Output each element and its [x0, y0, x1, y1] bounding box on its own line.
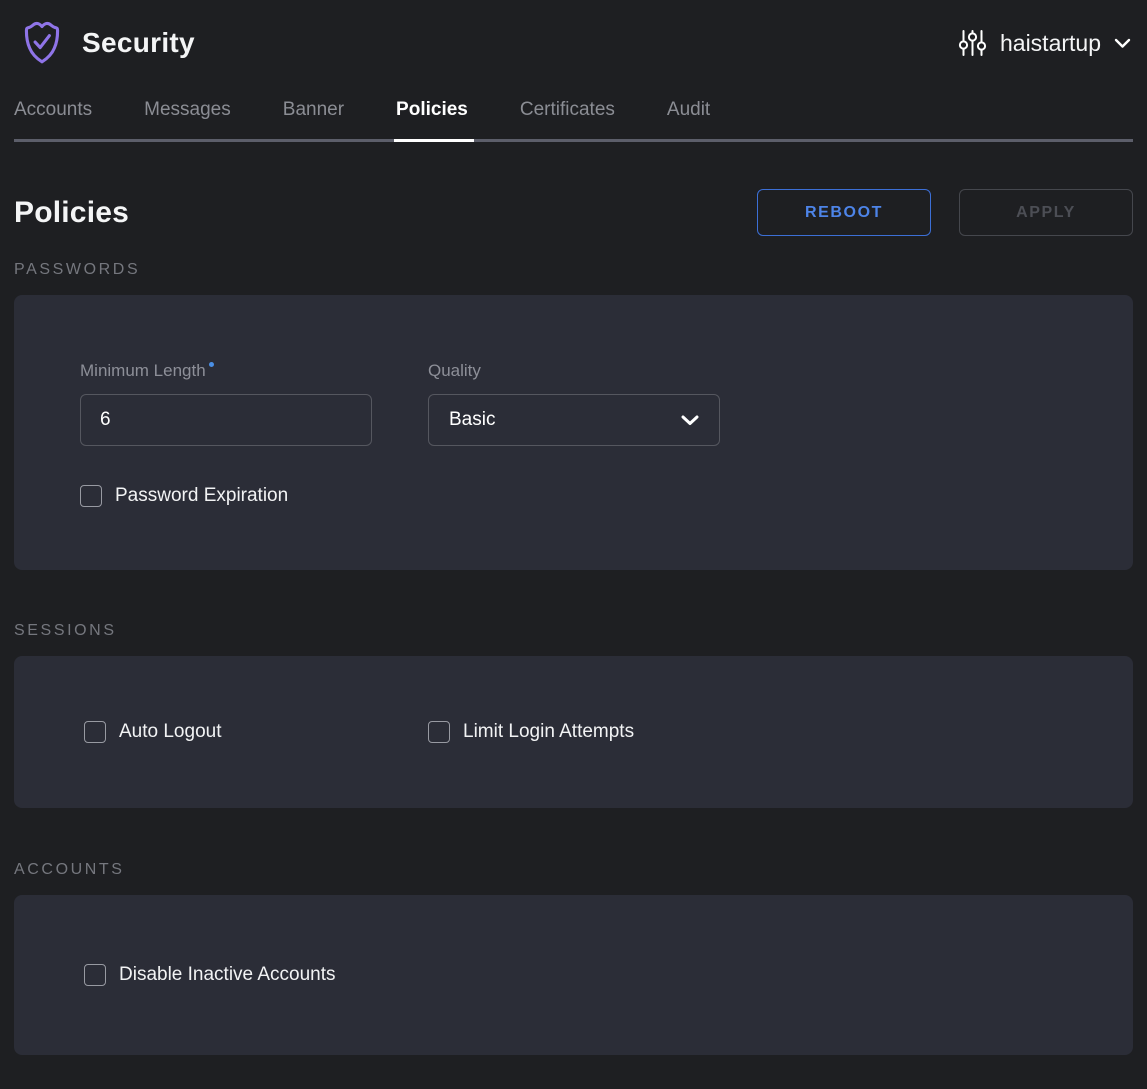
apply-button[interactable]: APPLY: [959, 189, 1133, 236]
auto-logout-checkbox[interactable]: [84, 721, 106, 743]
disable-inactive-accounts-label: Disable Inactive Accounts: [119, 964, 336, 986]
page-head: Policies REBOOT APPLY: [14, 189, 1133, 236]
auto-logout-label: Auto Logout: [119, 721, 221, 743]
passwords-section-heading: PASSWORDS: [14, 261, 1133, 279]
head-buttons: REBOOT APPLY: [757, 189, 1133, 236]
quality-field: Quality Basic: [428, 360, 720, 446]
account-name: haistartup: [1000, 30, 1101, 57]
accounts-card: Disable Inactive Accounts: [14, 895, 1133, 1055]
disable-inactive-accounts-checkbox-group[interactable]: Disable Inactive Accounts: [84, 964, 336, 986]
quality-selected-value: Basic: [449, 409, 681, 431]
passwords-checkbox-row: Password Expiration: [80, 485, 1067, 507]
minimum-length-input[interactable]: [80, 394, 372, 446]
tab-audit[interactable]: Audit: [667, 96, 710, 139]
shield-check-icon: [20, 16, 64, 70]
app-header: Security haistartup: [0, 0, 1147, 86]
password-expiration-checkbox-group[interactable]: Password Expiration: [80, 485, 1067, 507]
sessions-section-heading: SESSIONS: [14, 622, 1133, 640]
tab-accounts[interactable]: Accounts: [14, 96, 92, 139]
password-expiration-label: Password Expiration: [115, 485, 288, 507]
chevron-down-icon: [1114, 38, 1131, 49]
password-expiration-checkbox[interactable]: [80, 485, 102, 507]
passwords-card: Minimum Length Quality Basic Password Ex…: [14, 295, 1133, 570]
required-indicator: [209, 362, 214, 367]
limit-login-attempts-label: Limit Login Attempts: [463, 721, 634, 743]
tab-banner[interactable]: Banner: [283, 96, 344, 139]
tab-policies[interactable]: Policies: [396, 96, 468, 139]
tab-messages[interactable]: Messages: [144, 96, 231, 139]
limit-login-attempts-checkbox[interactable]: [428, 721, 450, 743]
app-title: Security: [82, 27, 195, 59]
sessions-card: Auto Logout Limit Login Attempts: [14, 656, 1133, 808]
chevron-down-icon: [681, 415, 699, 426]
sliders-icon: [958, 28, 987, 58]
reboot-button[interactable]: REBOOT: [757, 189, 931, 236]
limit-login-attempts-checkbox-group[interactable]: Limit Login Attempts: [428, 721, 634, 743]
account-menu[interactable]: haistartup: [958, 28, 1131, 58]
page-title: Policies: [14, 196, 129, 230]
quality-select[interactable]: Basic: [428, 394, 720, 446]
disable-inactive-accounts-checkbox[interactable]: [84, 964, 106, 986]
tab-certificates[interactable]: Certificates: [520, 96, 615, 139]
tab-bar: Accounts Messages Banner Policies Certif…: [14, 86, 1133, 142]
auto-logout-checkbox-group[interactable]: Auto Logout: [84, 721, 428, 743]
minimum-length-label: Minimum Length: [80, 360, 372, 381]
minimum-length-field: Minimum Length: [80, 360, 372, 446]
quality-label: Quality: [428, 360, 720, 381]
passwords-fields-row: Minimum Length Quality Basic: [80, 360, 1067, 446]
accounts-section-heading: ACCOUNTS: [14, 861, 1133, 879]
